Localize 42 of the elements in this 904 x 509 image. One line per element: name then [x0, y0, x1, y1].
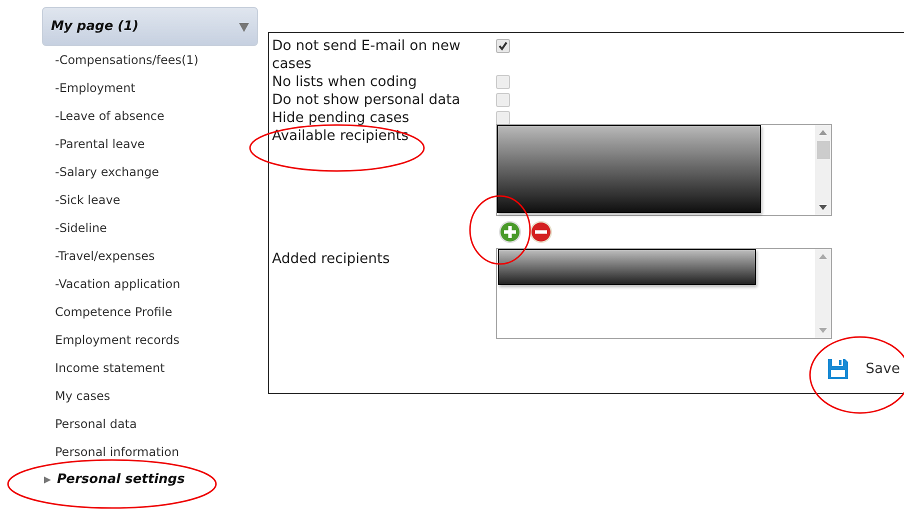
sidebar-header[interactable]: My page (1) — [42, 7, 258, 46]
annotation-circle — [469, 195, 531, 265]
sidebar-item[interactable]: -Sick leave — [42, 186, 258, 214]
sidebar-item[interactable]: -Employment — [42, 74, 258, 102]
sidebar-item[interactable]: -Sideline — [42, 214, 258, 242]
collapse-icon[interactable] — [239, 22, 249, 32]
sidebar-item[interactable]: -Compensations/fees(1) — [42, 46, 258, 74]
scrollbar[interactable] — [815, 249, 831, 338]
scroll-up-icon[interactable] — [819, 254, 827, 259]
sidebar-item[interactable]: -Leave of absence — [42, 102, 258, 130]
scroll-down-icon[interactable] — [819, 205, 827, 210]
sidebar-item[interactable]: Competence Profile — [42, 298, 258, 326]
recipients-list[interactable] — [496, 124, 832, 216]
scrollbar[interactable] — [815, 125, 831, 215]
sidebar-item[interactable]: Income statement — [42, 354, 258, 382]
field-label: Available recipients — [272, 127, 410, 145]
setting-label: Do not show personal data — [272, 91, 462, 109]
setting-label: No lists when coding — [272, 73, 418, 91]
field-label: Added recipients — [272, 250, 391, 268]
sidebar-item[interactable]: Employment records — [42, 326, 258, 354]
save-button[interactable]: Save — [826, 357, 900, 381]
sidebar-item[interactable]: -Travel/expenses — [42, 242, 258, 270]
setting-label: Hide pending cases — [272, 109, 410, 127]
setting-label: Do not send E-mail on new cases — [272, 37, 462, 73]
sidebar-item[interactable]: Personal information — [42, 438, 258, 466]
scroll-up-icon[interactable] — [819, 130, 827, 135]
sidebar-item[interactable]: -Parental leave — [42, 130, 258, 158]
checkbox[interactable] — [496, 39, 510, 53]
sidebar-item[interactable]: Personal settings — [42, 466, 258, 494]
checkbox[interactable] — [496, 93, 510, 107]
sidebar-title: My page (1) — [51, 19, 139, 34]
scrollbar-thumb[interactable] — [816, 141, 830, 159]
arrow-icon — [44, 476, 51, 484]
remove-icon[interactable] — [529, 220, 553, 244]
recipients-list[interactable] — [496, 248, 832, 339]
sidebar-item[interactable]: -Vacation application — [42, 270, 258, 298]
sidebar-item[interactable]: Personal data — [42, 410, 258, 438]
checkbox[interactable] — [496, 111, 510, 125]
add-icon[interactable] — [498, 220, 522, 244]
sidebar-item[interactable]: My cases — [42, 382, 258, 410]
checkbox[interactable] — [496, 75, 510, 89]
sidebar-item[interactable]: -Salary exchange — [42, 158, 258, 186]
